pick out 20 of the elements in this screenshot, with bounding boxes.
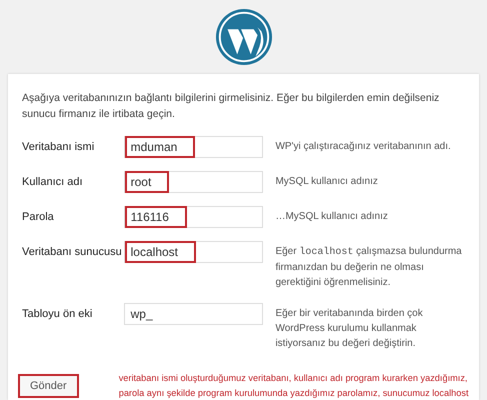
help-text: WP'yi çalıştıracağınız veritabanının adı. bbox=[275, 140, 452, 154]
field-label: Tabloyu ön eki bbox=[22, 307, 94, 320]
help-text: MySQL kullanıcı adınız bbox=[275, 175, 379, 189]
field-label: Kullanıcı adı bbox=[22, 175, 84, 188]
input-field[interactable]: mduman bbox=[124, 136, 264, 158]
input-field[interactable]: root bbox=[124, 171, 264, 193]
submit-button[interactable]: Gönder bbox=[18, 374, 79, 398]
field-label: Parola bbox=[22, 210, 55, 223]
wordpress-logo bbox=[214, 8, 272, 66]
help-text: …MySQL kullanıcı adınız bbox=[275, 210, 389, 224]
input-field[interactable]: wp_ bbox=[124, 303, 264, 325]
help-text: Eğer bir veritabanında birden çok WordPress kurulumu kullanmak istiyorsanız bu değeri değiştirin. bbox=[275, 307, 424, 351]
intro-text: Aşağıya veritabanınızın bağlantı bilgilerini girmelisiniz. Eğer bu bilgilerden emin değilseniz sunucu firmanız ile irtibata geçin. bbox=[22, 91, 440, 122]
note-text: parola aynı şekilde program kurulumunda yazdığımız parolamız, sunucumuz localhost bbox=[118, 387, 469, 400]
input-field[interactable]: localhost bbox=[124, 241, 264, 263]
input-field[interactable]: 116116 bbox=[124, 206, 264, 228]
field-label: Veritabanı sunucusu bbox=[22, 245, 123, 258]
note-text: veritabanı ismi oluşturduğumuz veritabanı, kullanıcı adı program kurarken yazdığımız, bbox=[118, 372, 468, 385]
field-label: Veritabanı ismi bbox=[22, 140, 96, 153]
help-text: Eğer localhost çalışmazsa bulundurma firmanızdan bu değerin ne olması gerektiğini öğrenmelisiniz. bbox=[275, 245, 463, 290]
